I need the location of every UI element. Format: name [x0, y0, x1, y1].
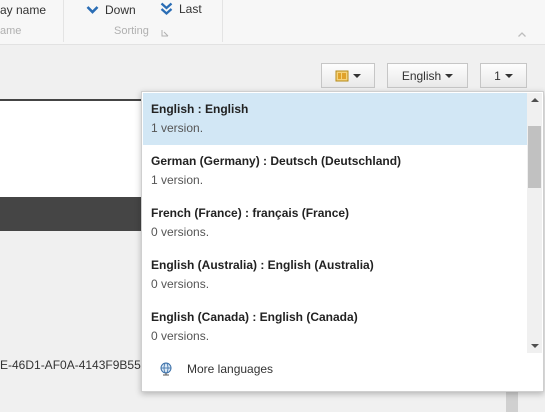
sort-down-button[interactable]: Down	[86, 3, 136, 17]
ribbon-separator	[63, 0, 64, 42]
ribbon-separator	[222, 0, 223, 42]
scroll-up-icon[interactable]	[531, 98, 539, 102]
dropdown-scrollbar[interactable]	[527, 93, 542, 353]
more-languages-label: More languages	[187, 362, 274, 376]
sort-last-button[interactable]: Last	[160, 2, 202, 16]
language-selector-label: English	[401, 68, 442, 83]
language-name: English (Canada) : English (Canada)	[151, 310, 358, 324]
section-header-bar	[0, 197, 150, 231]
page-scrollbar[interactable]	[506, 392, 518, 412]
language-dropdown: English : English 1 version. German (Ger…	[141, 91, 544, 392]
language-option[interactable]: English : English 1 version.	[143, 93, 527, 145]
language-name: German (Germany) : Deutsch (Deutschland)	[151, 154, 402, 168]
language-versions: 0 versions.	[151, 277, 210, 291]
language-option[interactable]: English (Canada) : English (Canada) 0 ve…	[143, 301, 527, 353]
scrollbar-thumb[interactable]	[528, 126, 541, 188]
media-view-button[interactable]	[321, 63, 375, 88]
double-chevron-down-icon	[160, 2, 173, 16]
ribbon: ay name ame Down Last Sorting	[0, 0, 545, 45]
name-group-label: ame	[0, 25, 22, 37]
collapse-ribbon-icon[interactable]	[518, 32, 526, 37]
language-name: English (Australia) : English (Australia…	[151, 258, 374, 272]
chevron-down-icon	[504, 73, 513, 78]
dialog-launcher-icon[interactable]	[161, 29, 169, 37]
language-selector-button[interactable]: English	[387, 63, 468, 88]
version-selector-button[interactable]: 1	[480, 63, 527, 88]
language-list: English : English 1 version. German (Ger…	[143, 93, 527, 353]
language-versions: 0 versions.	[151, 329, 210, 343]
sort-last-label: Last	[179, 2, 202, 16]
chevron-down-icon	[86, 6, 99, 14]
language-option[interactable]: German (Germany) : Deutsch (Deutschland)…	[143, 145, 527, 197]
scroll-down-icon[interactable]	[531, 344, 539, 348]
language-option[interactable]: English (Australia) : English (Australia…	[143, 249, 527, 301]
language-versions: 1 version.	[151, 173, 204, 187]
item-id-text: E-46D1-AF0A-4143F9B55	[0, 358, 141, 372]
language-option[interactable]: French (France) : français (France) 0 ve…	[143, 197, 527, 249]
language-versions: 1 version.	[151, 121, 204, 135]
more-languages-button[interactable]: More languages	[143, 354, 527, 384]
language-versions: 0 versions.	[151, 225, 210, 239]
language-name: English : English	[151, 102, 249, 116]
globe-icon	[160, 362, 172, 376]
display-name-button[interactable]: ay name	[0, 3, 46, 17]
media-icon	[335, 70, 349, 81]
chevron-down-icon	[445, 73, 454, 78]
version-selector-label: 1	[494, 68, 501, 83]
language-name: French (France) : français (France)	[151, 206, 350, 220]
sorting-group-label: Sorting	[114, 25, 149, 37]
sort-down-label: Down	[105, 3, 136, 17]
content-panel	[0, 99, 150, 199]
chevron-down-icon	[353, 73, 361, 78]
